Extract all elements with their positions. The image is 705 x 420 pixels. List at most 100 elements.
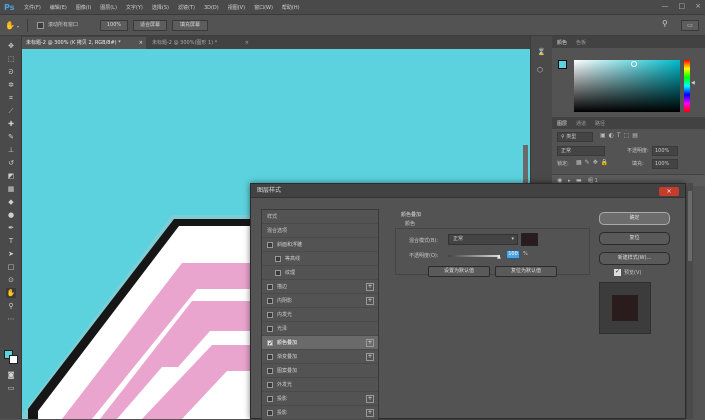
close-icon[interactable]: ×: [245, 37, 249, 49]
checkbox[interactable]: [267, 396, 273, 402]
style-gradient-overlay[interactable]: 渐变叠加 +: [262, 350, 378, 364]
tab-layers[interactable]: 图层: [557, 120, 567, 127]
chevron-down-icon[interactable]: ▾: [17, 24, 22, 29]
close-window-button[interactable]: ×: [695, 2, 701, 10]
add-icon[interactable]: +: [366, 395, 374, 403]
layer-filter-icons[interactable]: ▣◐T⬚▤: [600, 132, 641, 139]
style-satin[interactable]: 光泽: [262, 322, 378, 336]
style-texture[interactable]: 纹理: [262, 266, 378, 280]
hue-slider-handle[interactable]: ◀: [691, 80, 695, 86]
checkbox[interactable]: [275, 256, 281, 262]
add-icon[interactable]: +: [366, 409, 374, 417]
hue-slider[interactable]: [684, 60, 690, 112]
style-inner-glow[interactable]: 内发光: [262, 308, 378, 322]
layer-kind-filter[interactable]: ⚲ 类型: [557, 132, 593, 142]
menu-window[interactable]: 窗口(W): [254, 4, 273, 11]
style-inner-shadow[interactable]: 内阴影 +: [262, 294, 378, 308]
menu-filter[interactable]: 滤镜(T): [178, 4, 195, 11]
checkbox[interactable]: [267, 382, 273, 388]
checkbox[interactable]: [267, 298, 273, 304]
workspace-icon[interactable]: ▭: [681, 20, 699, 31]
checkbox[interactable]: [267, 368, 273, 374]
checkbox[interactable]: [267, 354, 273, 360]
ok-button[interactable]: 确定: [599, 212, 670, 225]
checkbox[interactable]: [267, 284, 273, 290]
background-color-swatch[interactable]: [9, 355, 18, 364]
reset-default-button[interactable]: 复位为默认值: [495, 266, 557, 277]
style-drop-shadow[interactable]: 投影 +: [262, 392, 378, 406]
opacity-slider-handle[interactable]: ▲: [497, 254, 501, 260]
opacity-slider[interactable]: [448, 255, 500, 257]
menu-image[interactable]: 图像(I): [76, 4, 91, 11]
screen-mode-icon[interactable]: ▭: [6, 383, 16, 393]
checkbox[interactable]: [267, 312, 273, 318]
menu-select[interactable]: 选择(S): [152, 4, 169, 11]
add-icon[interactable]: +: [366, 297, 374, 305]
set-default-button[interactable]: 设置为默认值: [428, 266, 490, 277]
3d-tool-icon[interactable]: ⊙: [6, 275, 16, 285]
blend-mode-select[interactable]: 正常 ▾: [448, 234, 518, 245]
scroll-all-checkbox[interactable]: [37, 22, 44, 29]
menu-view[interactable]: 视图(V): [228, 4, 245, 11]
more-tools-icon[interactable]: ⋯: [6, 314, 16, 324]
checkbox[interactable]: [267, 410, 273, 416]
zoom-tool-icon[interactable]: ⚲: [6, 301, 16, 311]
menu-3d[interactable]: 3D(D): [204, 5, 219, 11]
style-bevel-emboss[interactable]: 斜面和浮雕: [262, 238, 378, 252]
preview-checkbox[interactable]: ✓: [614, 269, 621, 276]
checkbox[interactable]: [267, 326, 273, 332]
add-icon[interactable]: +: [366, 353, 374, 361]
overlay-color-swatch[interactable]: [521, 233, 538, 246]
new-style-button[interactable]: 新建样式(W)...: [599, 252, 670, 265]
hand-tool-icon[interactable]: ✋: [6, 288, 16, 298]
blend-options-item[interactable]: 混合选项: [262, 224, 378, 238]
style-pattern-overlay[interactable]: 图案叠加: [262, 364, 378, 378]
search-icon[interactable]: ⚲: [662, 19, 672, 31]
blend-mode-select[interactable]: 正常: [557, 146, 605, 156]
checkbox-checked[interactable]: ✓: [267, 340, 273, 347]
menu-layer[interactable]: 图层(L): [100, 4, 117, 11]
magic-wand-tool-icon[interactable]: ✲: [6, 80, 16, 90]
3d-cube-icon[interactable]: ⬡: [537, 66, 543, 74]
style-contour[interactable]: 等高线: [262, 252, 378, 266]
blur-tool-icon[interactable]: ◆: [6, 197, 16, 207]
panel-scrollbar[interactable]: [687, 183, 693, 419]
add-icon[interactable]: +: [366, 283, 374, 291]
checkbox[interactable]: [267, 242, 273, 248]
eraser-tool-icon[interactable]: ◩: [6, 171, 16, 181]
tab-document-2[interactable]: 未标题-2 @ 300%(图形 1) * ×: [148, 37, 252, 49]
scrollbar-thumb[interactable]: [688, 191, 692, 261]
style-stroke[interactable]: 描边 +: [262, 280, 378, 294]
fill-input[interactable]: 100%: [652, 159, 678, 169]
menu-help[interactable]: 帮助(H): [282, 4, 300, 11]
tab-channels[interactable]: 通道: [576, 120, 586, 127]
tab-color[interactable]: 颜色: [557, 39, 567, 46]
lasso-tool-icon[interactable]: ᘐ: [6, 67, 16, 77]
menu-type[interactable]: 文字(Y): [126, 4, 143, 11]
checkbox[interactable]: [275, 270, 281, 276]
tab-paths[interactable]: 路径: [595, 120, 605, 127]
menu-file[interactable]: 文件(F): [24, 4, 41, 11]
dialog-close-button[interactable]: ×: [659, 187, 679, 196]
crop-tool-icon[interactable]: ⌗: [6, 93, 16, 103]
history-icon[interactable]: ⌛: [537, 48, 546, 56]
marquee-tool-icon[interactable]: ⬚: [6, 54, 16, 64]
pen-tool-icon[interactable]: ✒: [6, 223, 16, 233]
style-outer-glow[interactable]: 外发光: [262, 378, 378, 392]
style-color-overlay[interactable]: ✓ 颜色叠加 +: [262, 336, 378, 350]
fill-screen-button[interactable]: 填充屏幕: [172, 20, 208, 31]
opacity-input[interactable]: 100%: [652, 146, 678, 156]
restore-button[interactable]: □: [679, 2, 686, 10]
dodge-tool-icon[interactable]: ●: [6, 210, 16, 220]
close-icon[interactable]: ×: [139, 37, 143, 49]
move-tool-icon[interactable]: ✥: [6, 41, 16, 51]
style-drop-shadow-2[interactable]: 投影 +: [262, 406, 378, 420]
quick-mask-icon[interactable]: ◙: [6, 370, 16, 380]
eyedropper-tool-icon[interactable]: ⟋: [6, 106, 16, 116]
menu-edit[interactable]: 编辑(E): [50, 4, 67, 11]
styles-header[interactable]: 样式: [262, 210, 378, 224]
gradient-tool-icon[interactable]: ▦: [6, 184, 16, 194]
foreground-color-swatch[interactable]: [558, 60, 567, 69]
brush-tool-icon[interactable]: ✎: [6, 132, 16, 142]
type-tool-icon[interactable]: T: [6, 236, 16, 246]
